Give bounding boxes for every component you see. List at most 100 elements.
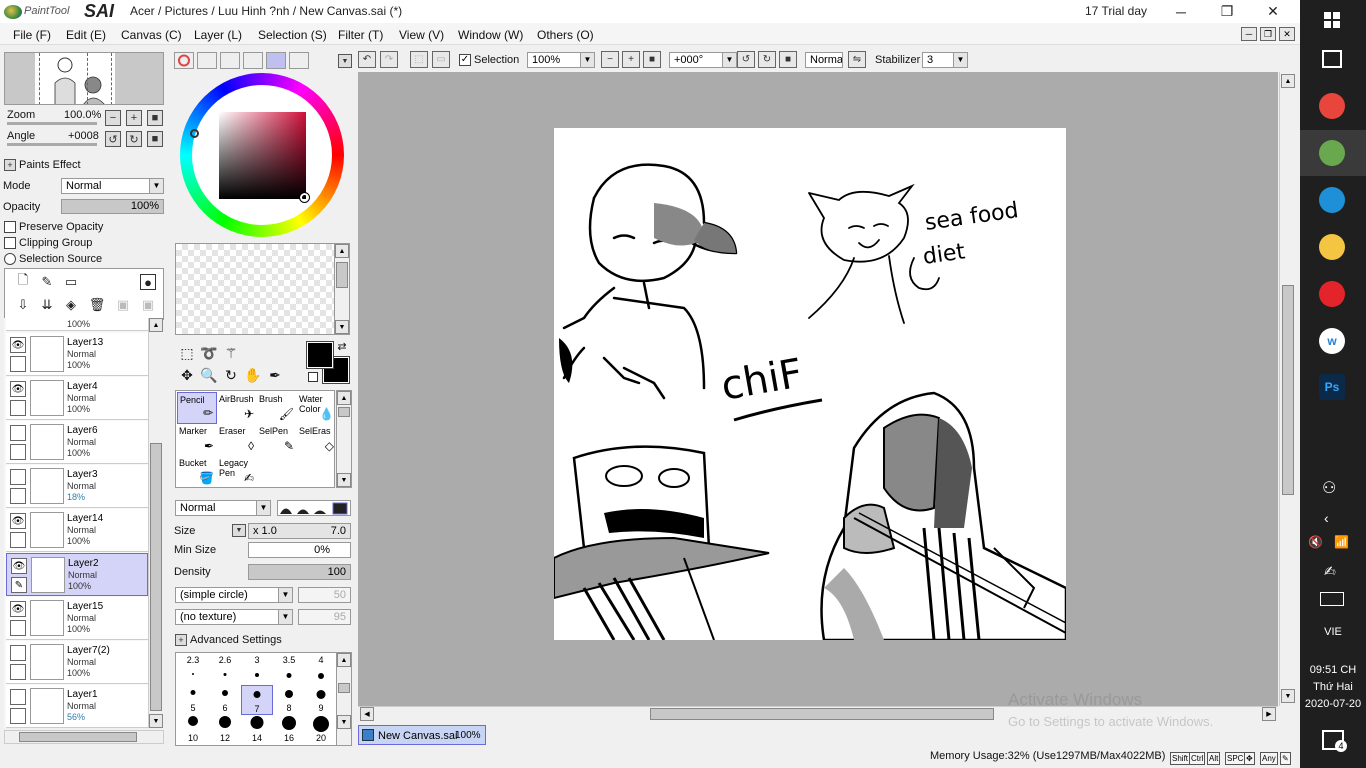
menu-edit[interactable]: Edit (E) bbox=[66, 28, 106, 42]
layer-item[interactable]: Layer6 Normal 100% bbox=[6, 421, 148, 464]
advanced-settings-label[interactable]: Advanced Settings bbox=[190, 634, 282, 646]
transparent-color-icon[interactable] bbox=[308, 372, 318, 382]
edge-icon[interactable] bbox=[1319, 187, 1345, 213]
pen-workspace-icon[interactable]: ✍ bbox=[1324, 563, 1336, 580]
advanced-settings-expand-icon[interactable]: + bbox=[175, 634, 187, 646]
menu-canvas[interactable]: Canvas (C) bbox=[121, 28, 182, 42]
lock-icon[interactable] bbox=[10, 620, 26, 636]
foreground-color-swatch[interactable] bbox=[306, 341, 334, 369]
move-icon[interactable]: ✥ bbox=[178, 366, 196, 384]
layer-mask-icon[interactable]: ● bbox=[140, 274, 156, 290]
brush-size-preset[interactable]: 3 bbox=[241, 654, 273, 684]
brush-water-color[interactable]: Water Color 💧 bbox=[297, 392, 337, 424]
layer-item[interactable]: Layer1 Normal 56% bbox=[6, 685, 148, 728]
canvas-vertical-scrollbar[interactable]: ▲ ▼ bbox=[1279, 72, 1295, 706]
selection-checkbox[interactable]: ✓ bbox=[459, 54, 471, 66]
zoom-in-button[interactable]: + bbox=[126, 110, 142, 126]
deselect-icon[interactable]: ⬚ bbox=[410, 51, 428, 68]
swap-colors-icon[interactable]: ⇄ bbox=[336, 340, 348, 353]
mdi-minimize-button[interactable]: ─ bbox=[1241, 27, 1257, 41]
brush-legacy-pen[interactable]: Legacy Pen ✍ bbox=[217, 456, 257, 488]
scroll-up-arrow[interactable]: ▲ bbox=[1281, 74, 1295, 88]
layer-item[interactable]: Layer3 Normal 18% bbox=[6, 465, 148, 508]
lock-icon[interactable] bbox=[10, 356, 26, 372]
canvas-zoom-in-button[interactable]: + bbox=[622, 51, 640, 68]
minimize-button[interactable]: ─ bbox=[1158, 0, 1204, 23]
close-button[interactable]: ✕ bbox=[1250, 0, 1296, 23]
canvas-blend-mode[interactable]: Normal bbox=[805, 52, 843, 68]
rect-select-icon[interactable]: ⬚ bbox=[178, 344, 196, 362]
scroll-left-arrow[interactable]: ◀ bbox=[360, 707, 374, 721]
zoom-out-button[interactable]: − bbox=[105, 110, 121, 126]
wifi-icon[interactable]: 📶 bbox=[1334, 535, 1349, 549]
brush-grid-scrollbar[interactable]: ▲ ▼ bbox=[336, 390, 352, 488]
lock-icon[interactable] bbox=[10, 664, 26, 680]
hue-handle-icon[interactable] bbox=[190, 129, 199, 138]
selection-source-radio[interactable] bbox=[4, 253, 16, 265]
canvas-rotate-right-button[interactable]: ↻ bbox=[758, 51, 776, 68]
lock-icon[interactable] bbox=[10, 488, 26, 504]
size-slider[interactable]: x 1.0 7.0 bbox=[248, 523, 351, 539]
canvas-zoom-reset-button[interactable]: ■ bbox=[643, 51, 661, 68]
color-panel-menu-icon[interactable]: ▼ bbox=[338, 54, 352, 68]
explorer-icon[interactable] bbox=[1319, 234, 1345, 260]
layer-scroll-thumb[interactable] bbox=[150, 443, 162, 711]
invert-selection-icon[interactable]: ▭ bbox=[432, 51, 450, 68]
brush-selpen[interactable]: SelPen ✎ bbox=[257, 424, 297, 456]
angle-slider[interactable] bbox=[7, 143, 97, 146]
lock-icon[interactable] bbox=[10, 444, 26, 460]
clock-date[interactable]: 2020-07-20 bbox=[1300, 698, 1366, 710]
brush-size-preset[interactable]: 12 bbox=[209, 716, 241, 746]
preserve-opacity-checkbox[interactable] bbox=[4, 221, 16, 233]
maximize-button[interactable]: ❐ bbox=[1204, 0, 1250, 23]
magic-wand-icon[interactable]: ⚚ bbox=[222, 344, 240, 362]
stabilizer-select[interactable]: 3 ▼ bbox=[922, 52, 968, 68]
undo-icon[interactable]: ↶ bbox=[358, 51, 376, 68]
zoom-tool-icon[interactable]: 🔍 bbox=[200, 366, 218, 384]
sai-icon[interactable] bbox=[1319, 140, 1345, 166]
input-language[interactable]: VIE bbox=[1300, 626, 1366, 638]
swatch-scroll-thumb[interactable] bbox=[336, 262, 348, 288]
brush-size-preset[interactable]: 16 bbox=[273, 716, 305, 746]
brush-shape-presets[interactable] bbox=[277, 500, 351, 516]
menu-filter[interactable]: Filter (T) bbox=[338, 28, 383, 42]
brush-seleras[interactable]: SelEras ◇ bbox=[297, 424, 337, 456]
layer-item[interactable]: 👁 Layer13 Normal 100% bbox=[6, 333, 148, 376]
layer-item[interactable]: 👁 Layer4 Normal 100% bbox=[6, 377, 148, 420]
brush-size-preset[interactable]: 8 bbox=[273, 685, 305, 715]
rotate-tool-icon[interactable]: ↻ bbox=[222, 366, 240, 384]
brush-shape-select[interactable]: (simple circle) ▼ bbox=[175, 587, 293, 603]
scroll-down-arrow[interactable]: ▼ bbox=[149, 714, 163, 728]
density-slider[interactable]: 100 bbox=[248, 564, 351, 580]
scroll-right-arrow[interactable]: ▶ bbox=[1262, 707, 1276, 721]
layer-item[interactable]: 👁 ✎ Layer2 Normal 100% bbox=[6, 553, 148, 596]
canvas-rotate-left-button[interactable]: ↺ bbox=[737, 51, 755, 68]
menu-selection[interactable]: Selection (S) bbox=[258, 28, 327, 42]
link-mask-icon[interactable]: ▣ bbox=[140, 297, 156, 313]
brush-size-preset[interactable]: 2.3 bbox=[177, 654, 209, 684]
clipping-group-checkbox[interactable] bbox=[4, 237, 16, 249]
menu-file[interactable]: File (F) bbox=[13, 28, 51, 42]
layer-item[interactable]: 👁 Layer14 Normal 100% bbox=[6, 509, 148, 552]
sv-handle-icon[interactable] bbox=[299, 192, 310, 203]
paints-effect-expand-icon[interactable]: + bbox=[4, 159, 16, 171]
menu-layer[interactable]: Layer (L) bbox=[194, 28, 242, 42]
chrome-icon[interactable] bbox=[1319, 93, 1345, 119]
eye-hidden-icon[interactable] bbox=[10, 425, 26, 441]
canvas-hscroll-thumb[interactable] bbox=[650, 708, 994, 720]
size-scroll-thumb[interactable] bbox=[338, 683, 350, 693]
new-layer-icon[interactable]: 🗋 bbox=[15, 272, 31, 290]
color-swatch-area[interactable] bbox=[175, 243, 350, 335]
eye-hidden-icon[interactable] bbox=[10, 469, 26, 485]
eye-icon[interactable]: 👁 bbox=[10, 601, 26, 617]
zoom-reset-button[interactable]: ■ bbox=[147, 110, 163, 126]
rotate-right-button[interactable]: ↻ bbox=[126, 131, 142, 147]
scratchpad-tab[interactable] bbox=[289, 52, 309, 69]
redo-icon[interactable]: ↷ bbox=[380, 51, 398, 68]
flip-canvas-icon[interactable]: ⇋ bbox=[848, 51, 866, 68]
eye-icon[interactable]: 👁 bbox=[11, 558, 27, 574]
layer-hscroll-thumb[interactable] bbox=[19, 732, 137, 742]
photoshop-icon[interactable]: Ps bbox=[1319, 374, 1345, 400]
drawing-canvas[interactable]: sea food diet chiF bbox=[554, 128, 1066, 640]
size-mult-dropdown-icon[interactable]: ▼ bbox=[232, 524, 246, 537]
